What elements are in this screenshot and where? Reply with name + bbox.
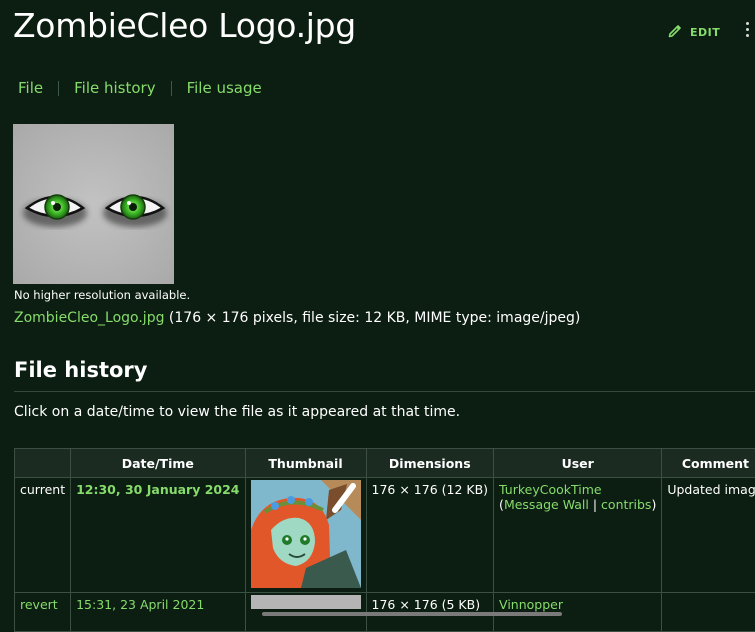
file-history-hint: Click on a date/time to view the file as… [14, 404, 460, 420]
file-history-heading: File history [14, 358, 147, 382]
user-link[interactable]: Vinnopper [499, 597, 563, 612]
revert-link[interactable]: revert [20, 597, 58, 612]
thumbnail-image[interactable] [251, 480, 361, 588]
column-header-dimensions: Dimensions [366, 449, 494, 478]
row-datetime-link[interactable]: 15:31, 23 April 2021 [76, 597, 204, 612]
link-separator: | [589, 497, 601, 512]
row-status-link[interactable]: revert [15, 593, 71, 632]
character-portrait-image [251, 480, 361, 588]
edit-label: EDIT [690, 26, 720, 39]
row-datetime-link[interactable]: 12:30, 30 January 2024 [76, 482, 239, 497]
column-header-datetime: Date/Time [71, 449, 245, 478]
tab-divider [58, 81, 59, 96]
close-paren: ) [651, 497, 656, 512]
file-info: ZombieCleo_Logo.jpg (176 × 176 pixels, f… [14, 310, 580, 326]
thumbnail-image[interactable] [251, 595, 361, 609]
tab-file-history[interactable]: File history [74, 79, 155, 97]
row-user: TurkeyCookTime (Message Wall | contribs) [494, 478, 662, 593]
tab-file-usage[interactable]: File usage [187, 79, 262, 97]
file-preview-image[interactable] [13, 124, 174, 284]
file-tabs: File File history File usage [18, 79, 262, 97]
table-row: current 12:30, 30 January 2024 [15, 478, 755, 593]
zombie-eyes-image [13, 124, 174, 284]
contribs-link[interactable]: contribs [601, 497, 651, 512]
tab-divider [171, 81, 172, 96]
more-options-icon[interactable] [742, 22, 752, 40]
file-link[interactable]: ZombieCleo_Logo.jpg [14, 310, 164, 326]
tab-file[interactable]: File [18, 79, 43, 97]
column-header-status [15, 449, 71, 478]
horizontal-scrollbar[interactable] [262, 612, 562, 616]
file-history-table: Date/Time Thumbnail Dimensions User Comm… [14, 448, 755, 632]
message-wall-link[interactable]: Message Wall [504, 497, 589, 512]
file-details: (176 × 176 pixels, file size: 12 KB, MIM… [164, 310, 580, 326]
pencil-icon [667, 22, 684, 42]
row-comment: Updated image [662, 478, 755, 593]
column-header-thumbnail: Thumbnail [245, 449, 366, 478]
heading-divider [14, 391, 755, 392]
table-header-row: Date/Time Thumbnail Dimensions User Comm… [15, 449, 755, 478]
no-higher-resolution-note: No higher resolution available. [14, 288, 190, 302]
edit-button[interactable]: EDIT [667, 22, 720, 42]
row-status: current [15, 478, 71, 593]
row-comment [662, 593, 755, 632]
user-link[interactable]: TurkeyCookTime [499, 482, 602, 497]
column-header-user: User [494, 449, 662, 478]
column-header-comment: Comment [662, 449, 755, 478]
row-dimensions: 176 × 176 (12 KB) [366, 478, 494, 593]
page-title: ZombieCleo Logo.jpg [13, 6, 356, 45]
